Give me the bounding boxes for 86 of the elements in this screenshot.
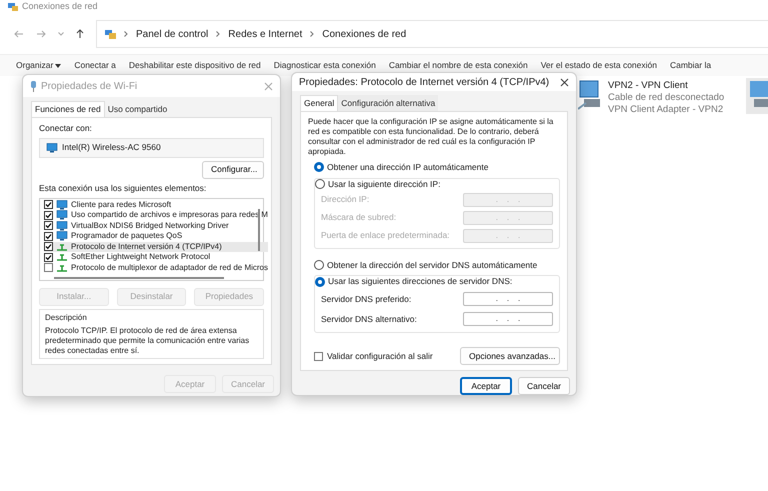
- dialog-button[interactable]: Configurar...: [202, 160, 264, 179]
- up-arrow-icon[interactable]: [76, 29, 84, 39]
- tab[interactable]: General: [300, 95, 338, 111]
- toolbar-command[interactable]: Conectar a: [74, 59, 116, 72]
- radio-label: Obtener la dirección del servidor DNS automáticamente: [327, 258, 538, 272]
- radio-button[interactable]: [314, 260, 324, 270]
- network-icon: [56, 242, 68, 252]
- toolbar-command[interactable]: Organizar: [16, 59, 62, 72]
- monitor-icon: [56, 210, 68, 220]
- window-title: Conexiones de red: [22, 2, 98, 10]
- tab[interactable]: Configuración alternativa: [338, 95, 438, 111]
- checkbox[interactable]: [314, 352, 323, 360]
- network-adapter-icon: [578, 80, 602, 110]
- item-label: Cliente para redes Microsoft: [71, 200, 172, 210]
- checkbox[interactable]: [44, 210, 53, 220]
- list-item[interactable]: Cliente para redes Microsoft: [44, 200, 268, 210]
- radio-label: Usar la siguiente dirección IP:: [328, 178, 440, 190]
- breadcrumb-item[interactable]: Panel de control: [136, 26, 208, 42]
- list-item[interactable]: SoftEther Lightweight Network Protocol: [44, 252, 268, 262]
- field-label: Dirección IP:: [321, 193, 370, 206]
- checkbox[interactable]: [44, 200, 53, 210]
- radio-button[interactable]: [314, 162, 324, 172]
- checkbox[interactable]: [44, 242, 53, 252]
- dialog-button[interactable]: Opciones avanzadas...: [460, 347, 560, 365]
- monitor-icon: [56, 231, 68, 242]
- connection-name[interactable]: VPN2 - VPN Client: [608, 80, 724, 92]
- item-label: Protocolo de Internet versión 4 (TCP/IPv4): [71, 242, 222, 252]
- connection-device: VPN Client Adapter - VPN2: [608, 104, 724, 116]
- toolbar-command[interactable]: Diagnosticar esta conexión: [274, 59, 376, 72]
- adapter-name: Intel(R) Wireless-AC 9560: [62, 141, 161, 154]
- checkbox[interactable]: [44, 252, 53, 262]
- toolbar-command[interactable]: Cambiar el nombre de esta conexión: [388, 59, 528, 72]
- item-label: VirtualBox NDIS6 Bridged Networking Driver: [71, 220, 229, 231]
- ip-address-field[interactable]: . . .: [463, 292, 553, 306]
- network-adapter-icon: [746, 78, 768, 114]
- toolbar-command[interactable]: Ver el estado de esta conexión: [540, 59, 657, 72]
- network-icon: [56, 252, 68, 262]
- address-bar[interactable]: Panel de control Redes e Internet Conexiones de red: [96, 20, 768, 48]
- dialog-title: Propiedades de Wi-Fi: [41, 80, 138, 94]
- tab[interactable]: Funciones de red: [31, 101, 105, 117]
- breadcrumb-item[interactable]: Conexiones de red: [322, 26, 406, 42]
- description-text: Protocolo TCP/IP. El protocolo de red de área extensa predeterminado que permite la comunicación entre varias redes conectadas entre sí.: [45, 326, 250, 356]
- checkbox-label: Validar configuración al salir: [327, 350, 433, 362]
- intro-text: Puede hacer que la configuración IP se asigne automáticamente si la red es compatible con esta funcionalidad. De lo contrario, deberá consultar con el administrador de red cuál es la configuración IP apropiada.: [308, 117, 554, 157]
- caret-icon: [55, 64, 62, 68]
- dialog-button[interactable]: Aceptar: [460, 377, 512, 395]
- section-label: Esta conexión usa los siguientes elementos:: [39, 182, 208, 194]
- toolbar-command[interactable]: Cambiar la: [670, 59, 712, 72]
- radio-label: Obtener una dirección IP automáticamente: [327, 161, 488, 174]
- field-label: Servidor DNS alternativo:: [321, 312, 417, 326]
- dialog-button[interactable]: Cancelar: [518, 377, 570, 395]
- breadcrumb-item[interactable]: Redes e Internet: [228, 26, 302, 42]
- connection-status: Cable de red desconectado: [608, 92, 724, 104]
- ip-address-field[interactable]: . . .: [463, 312, 553, 326]
- radio-button[interactable]: [315, 276, 325, 287]
- monitor-icon: [56, 220, 68, 231]
- network-folder-icon: [105, 29, 116, 39]
- item-label: SoftEther Lightweight Network Protocol: [71, 252, 210, 262]
- radio-label: Usar las siguientes direcciones de servidor DNS:: [328, 275, 512, 288]
- network-icon: [56, 262, 68, 273]
- radio-button[interactable]: [315, 179, 325, 190]
- item-label: Programador de paquetes QoS: [71, 231, 182, 242]
- list-item[interactable]: Programador de paquetes QoS: [44, 231, 268, 242]
- chevron-right-icon: [310, 31, 314, 37]
- list-item[interactable]: Protocolo de Internet versión 4 (TCP/IPv4): [44, 242, 268, 252]
- field-label: Servidor DNS preferido:: [321, 292, 412, 306]
- toolbar-command[interactable]: Deshabilitar este dispositivo de red: [128, 59, 261, 72]
- field-label: Máscara de subred:: [321, 211, 396, 224]
- field-label: Puerta de enlace predeterminada:: [321, 229, 450, 242]
- monitor-icon: [46, 142, 58, 153]
- wifi-adapter-icon: [30, 80, 37, 92]
- checkbox[interactable]: [44, 221, 53, 230]
- dialog-title: Propiedades: Protocolo de Internet versión 4 (TCP/IPv4): [299, 76, 550, 90]
- monitor-icon: [56, 200, 68, 210]
- checkbox[interactable]: [44, 263, 53, 272]
- checkbox[interactable]: [44, 232, 53, 241]
- horizontal-scrollbar[interactable]: [54, 277, 224, 279]
- list-item[interactable]: VirtualBox NDIS6 Bridged Networking Driver: [44, 220, 268, 231]
- tab[interactable]: Uso compartido: [104, 101, 170, 117]
- description-label: Descripción: [45, 312, 88, 324]
- section-label: Conectar con:: [39, 122, 93, 135]
- chevron-right-icon: [124, 31, 128, 37]
- close-icon[interactable]: [560, 78, 569, 86]
- network-folder-icon: [8, 2, 18, 10]
- chevron-right-icon: [216, 31, 220, 37]
- vertical-scrollbar[interactable]: [258, 208, 260, 250]
